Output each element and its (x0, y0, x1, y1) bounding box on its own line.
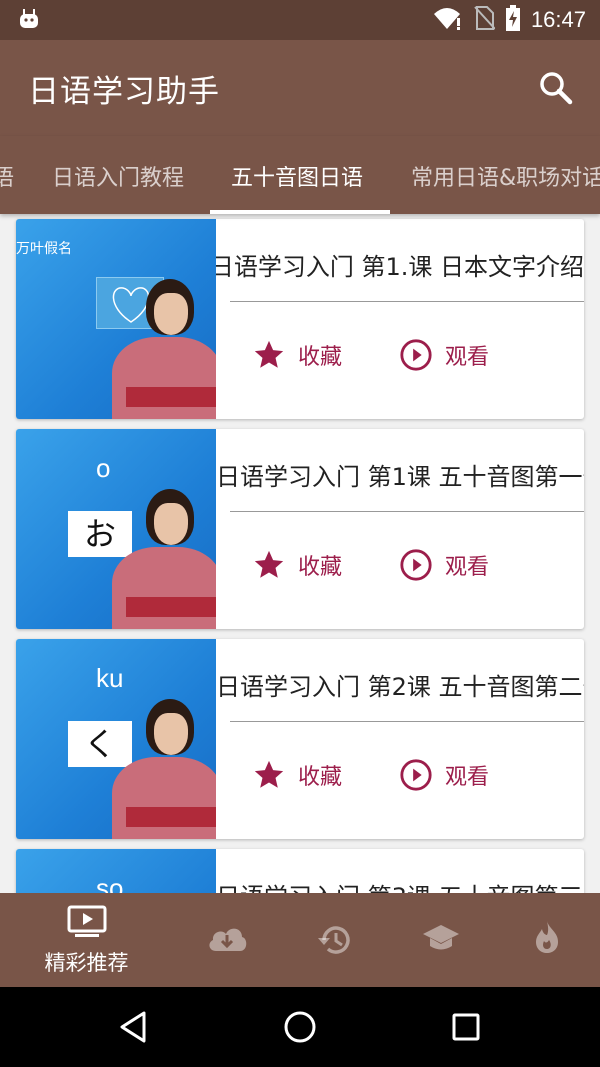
nav-item-recommended[interactable]: 精彩推荐 (0, 893, 173, 987)
recents-icon[interactable] (446, 1007, 486, 1047)
nav-item-hot[interactable] (493, 893, 600, 987)
watch-button[interactable]: 观看 (399, 547, 489, 583)
star-icon (254, 340, 284, 368)
favorite-label: 收藏 (298, 345, 343, 370)
watch-label: 观看 (445, 555, 490, 580)
tab-fifty-sounds[interactable]: 五十音图日语 (231, 160, 363, 192)
video-thumbnail[interactable]: o お (16, 429, 216, 629)
favorite-label: 收藏 (298, 555, 343, 580)
thumbnail-romaji: so (96, 873, 124, 893)
app-title: 日语学习助手 (28, 74, 220, 110)
video-title: 日语学习入门 第1课 五十音图第一部分 (216, 463, 584, 491)
home-icon[interactable] (280, 1007, 320, 1047)
tab-indicator (210, 210, 390, 214)
history-icon (317, 926, 350, 954)
favorite-button[interactable]: 收藏 (252, 547, 342, 583)
thumbnail-text: 万叶假名 (16, 241, 72, 257)
app-bar: 日语学习助手 (0, 40, 600, 136)
watch-label: 观看 (445, 765, 490, 790)
star-icon (254, 550, 284, 578)
system-navigation-bar (0, 987, 600, 1067)
divider (230, 511, 584, 512)
video-thumbnail[interactable]: so (16, 849, 216, 893)
video-card[interactable]: o お 日语学习入门 第1课 五十音图第一部分 收藏 观看 (16, 429, 584, 629)
nav-item-history[interactable] (280, 893, 387, 987)
back-icon[interactable] (114, 1007, 154, 1047)
divider (230, 721, 584, 722)
category-tabs: 语 日语入门教程 五十音图日语 常用日语&职场对话 (0, 136, 600, 214)
video-card[interactable]: 万叶假名 日语学习入门 第1.课 日本文字介绍 收藏 观看 (16, 219, 584, 419)
graduation-cap-icon (422, 925, 459, 950)
wifi-icon (433, 6, 463, 34)
favorite-button[interactable]: 收藏 (252, 337, 342, 373)
android-notification-icon (18, 8, 40, 34)
video-card[interactable]: so 日语学习入门 第3课 五十音图第三部分 收藏 观看 (16, 849, 584, 893)
thumbnail-kana: く (68, 721, 132, 767)
watch-button[interactable]: 观看 (399, 757, 489, 793)
video-title: 日语学习入门 第1.课 日本文字介绍 (216, 253, 584, 281)
divider (230, 301, 584, 302)
play-circle-icon (400, 339, 432, 371)
thumbnail-kana: お (68, 511, 132, 557)
play-circle-icon (400, 759, 432, 791)
thumbnail-romaji: ku (96, 663, 124, 693)
video-list: 万叶假名 日语学习入门 第1.课 日本文字介绍 收藏 观看 o お 日语学习入门… (0, 214, 600, 893)
watch-label: 观看 (445, 345, 490, 370)
thumbnail-romaji: o (96, 453, 111, 483)
play-circle-icon (400, 549, 432, 581)
nav-item-courses[interactable] (387, 893, 494, 987)
battery-charging-icon (505, 5, 521, 35)
status-bar: 16:47 (0, 0, 600, 40)
favorite-button[interactable]: 收藏 (252, 757, 342, 793)
tab-japanese-intro[interactable]: 日语入门教程 (52, 160, 184, 192)
video-title: 日语学习入门 第3课 五十音图第三部分 (216, 877, 584, 893)
video-title: 日语学习入门 第2课 五十音图第二部分 (216, 673, 584, 701)
favorite-label: 收藏 (298, 765, 343, 790)
search-icon (540, 72, 573, 105)
video-card[interactable]: ku く 日语学习入门 第2课 五十音图第二部分 收藏 观看 (16, 639, 584, 839)
bottom-navigation: 精彩推荐 (0, 893, 600, 987)
video-thumbnail[interactable]: ku く (16, 639, 216, 839)
no-sim-icon (473, 5, 496, 35)
search-button[interactable] (536, 68, 576, 108)
tab-common-japanese[interactable]: 常用日语&职场对话 (411, 160, 600, 192)
status-time: 16:47 (530, 7, 586, 32)
video-play-icon (67, 905, 106, 937)
cloud-download-icon (208, 928, 246, 951)
video-thumbnail[interactable]: 万叶假名 (16, 219, 216, 419)
fire-icon (535, 921, 558, 953)
tab-partial-left[interactable]: 语 (0, 160, 14, 192)
nav-item-downloads[interactable] (173, 893, 280, 987)
nav-label-recommended: 精彩推荐 (44, 951, 129, 975)
star-icon (254, 760, 284, 788)
watch-button[interactable]: 观看 (399, 337, 489, 373)
